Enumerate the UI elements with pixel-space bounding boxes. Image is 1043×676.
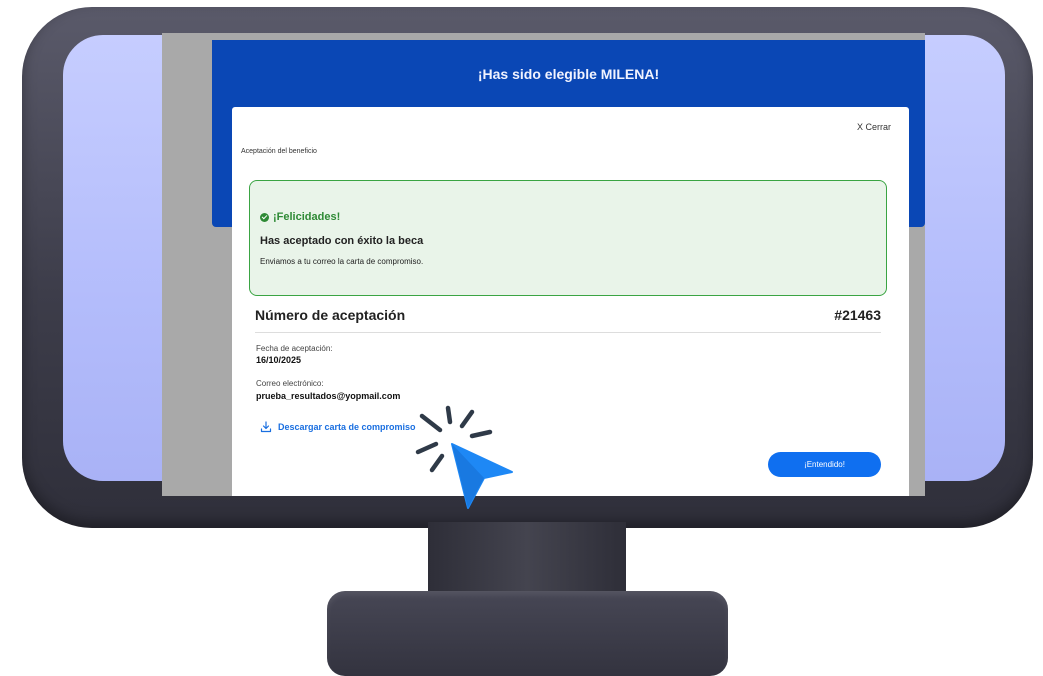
date-label: Fecha de aceptación: <box>256 344 333 353</box>
date-value: 16/10/2025 <box>256 355 302 365</box>
monitor-stand-neck <box>428 522 626 600</box>
acceptance-number-row: Número de aceptación #21463 <box>255 305 881 333</box>
confirm-button[interactable]: ¡Entendido! <box>768 452 881 477</box>
header-title: ¡Has sido elegible MILENA! <box>477 66 660 82</box>
download-letter-label: Descargar carta de compromiso <box>278 422 416 432</box>
success-message: Enviamos a tu correo la carta de comprom… <box>260 257 424 266</box>
acceptance-number-value: #21463 <box>834 307 881 323</box>
success-heading-text: ¡Felicidades! <box>273 211 341 223</box>
monitor-stand-base <box>327 591 728 676</box>
download-letter-link[interactable]: Descargar carta de compromiso <box>260 421 416 433</box>
download-icon <box>260 421 272 433</box>
modal-section-label: Aceptación del beneficio <box>241 148 317 155</box>
close-button[interactable]: X Cerrar <box>857 122 891 132</box>
success-alert: ¡Felicidades! Has aceptado con éxito la … <box>249 180 887 296</box>
acceptance-number-label: Número de aceptación <box>255 307 406 323</box>
email-label: Correo electrónico: <box>256 379 324 388</box>
success-title: Has aceptado con éxito la beca <box>260 235 424 247</box>
success-heading: ¡Felicidades! <box>260 211 340 223</box>
email-value: prueba_resultados@yopmail.com <box>256 391 401 401</box>
screen: ¡Has sido elegible MILENA! X Cerrar Acep… <box>162 33 925 496</box>
acceptance-modal: X Cerrar Aceptación del beneficio ¡Felic… <box>232 107 909 496</box>
check-circle-icon <box>260 212 269 222</box>
